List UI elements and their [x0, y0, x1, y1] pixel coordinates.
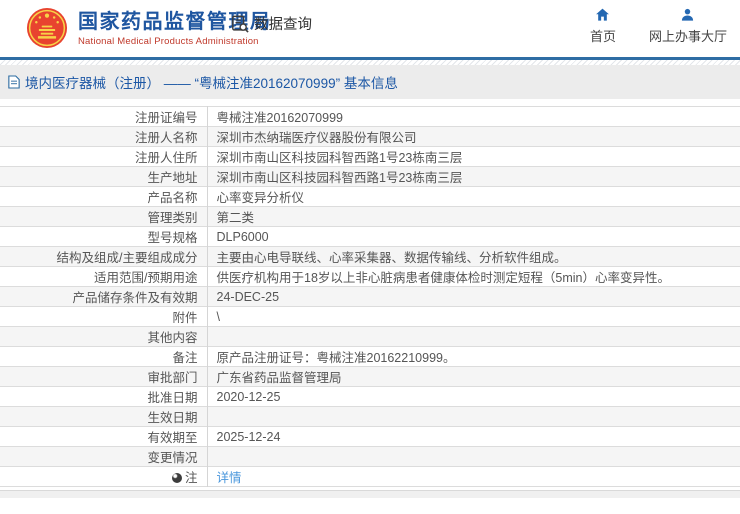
site-header: 国家药品监督管理局 National Medical Products Admi… [0, 0, 740, 57]
row-value: DLP6000 [206, 226, 740, 247]
row-value: 第二类 [206, 206, 740, 227]
row-label: 注 [0, 467, 207, 487]
row-value: 详情 [206, 466, 740, 487]
row-value: 原产品注册证号：粤械注准20162210999。 [206, 346, 740, 367]
table-row: 注册证编号 粤械注准20162070999 [0, 106, 740, 127]
row-value: 2025-12-24 [206, 426, 740, 447]
row-value: 供医疗机构用于18岁以上非心脏病患者健康体检时测定短程（5min）心率变异性。 [206, 266, 740, 287]
nav-online-service-hall[interactable]: 网上办事大厅 [649, 7, 727, 45]
row-label: 其他内容 [0, 326, 207, 347]
detail-link[interactable]: 详情 [217, 471, 242, 485]
row-value: 深圳市杰纳瑞医疗仪器股份有限公司 [206, 126, 740, 147]
note-balloon-icon [171, 473, 182, 483]
table-row: 注详情 [0, 466, 740, 487]
table-row: 其他内容 [0, 326, 740, 347]
doc-search-icon [232, 15, 249, 33]
table-row: 备注 原产品注册证号：粤械注准20162210999。 [0, 346, 740, 367]
spacer [0, 99, 740, 106]
table-row: 注册人住所 深圳市南山区科技园科智西路1号23栋南三层 [0, 146, 740, 167]
nav-home-label: 首页 [589, 29, 616, 44]
row-label: 产品名称 [147, 191, 198, 205]
person-icon [682, 8, 694, 21]
table-row: 审批部门 广东省药品监督管理局 [0, 366, 740, 387]
table-row: 生效日期 [0, 406, 740, 427]
row-value: 2020-12-25 [206, 386, 740, 407]
row-label: 注册证编号 [134, 111, 198, 125]
info-table: 注册证编号 粤械注准20162070999 注册人名称 深圳市杰纳瑞医疗仪器股份有限公… [0, 106, 740, 487]
row-value: 深圳市南山区科技园科智西路1号23栋南三层 [206, 146, 740, 167]
row-label: 审批部门 [0, 366, 207, 387]
row-label: 附件 [172, 311, 198, 325]
row-value [206, 406, 740, 427]
row-value: 深圳市南山区科技园科智西路1号23栋南三层 [206, 166, 740, 187]
table-row: 适用范围/预期用途 供医疗机构用于18岁以上非心脏病患者健康体检时测定短程（5mi… [0, 266, 740, 287]
row-label: 生效日期 [0, 406, 207, 427]
table-row: 批准日期 2020-12-25 [0, 386, 740, 407]
row-value: 粤械注准20162070999 [206, 106, 740, 127]
row-value: 主要由心电导联线、心率采集器、数据传输线、分析软件组成。 [206, 246, 740, 267]
table-row: 注册人名称 深圳市杰纳瑞医疗仪器股份有限公司 [0, 126, 740, 147]
table-row: 结构及组成/主要组成成分 主要由心电导联线、心率采集器、数据传输线、分析软件组成。 [0, 246, 740, 267]
national-emblem-icon [26, 7, 68, 49]
table-row: 有效期至 2025-12-24 [0, 426, 740, 447]
document-icon [8, 75, 20, 89]
table-row: 产品储存条件及有效期 24-DEC-25 [0, 286, 740, 307]
row-label: 型号规格 [147, 231, 198, 245]
table-row: 生产地址 深圳市南山区科技园科智西路1号23栋南三层 [0, 166, 740, 187]
home-icon [596, 8, 610, 21]
page-title: 境内医疗器械（注册） —— “粤械注准20162070999” 基本信息 [25, 76, 398, 91]
row-label: 有效期至 [147, 431, 198, 445]
row-label: 管理类别 [0, 206, 207, 227]
table-row: 型号规格 DLP6000 [0, 226, 740, 247]
row-label: 结构及组成/主要组成成分 [0, 246, 207, 267]
row-label: 注册人名称 [0, 126, 207, 147]
row-value: \ [206, 306, 740, 327]
table-row: 变更情况 [0, 446, 740, 467]
nav-online-service-hall-label: 网上办事大厅 [648, 29, 727, 44]
row-label: 备注 [172, 351, 198, 365]
row-label: 产品储存条件及有效期 [0, 286, 207, 307]
table-row: 管理类别 第二类 [0, 206, 740, 227]
page-title-bar: 境内医疗器械（注册） —— “粤械注准20162070999” 基本信息 [0, 65, 740, 99]
data-query-label: 数据查询 [254, 17, 312, 33]
row-label: 变更情况 [0, 446, 207, 467]
row-value: 心率变异分析仪 [206, 186, 740, 207]
row-label: 适用范围/预期用途 [94, 271, 198, 285]
info-table-body: 注册证编号 粤械注准20162070999 注册人名称 深圳市杰纳瑞医疗仪器股份有限公… [0, 106, 740, 487]
table-row: 产品名称 心率变异分析仪 [0, 186, 740, 207]
row-value [206, 326, 740, 347]
nav-home[interactable]: 首页 [583, 7, 623, 45]
table-row: 附件 \ [0, 306, 740, 327]
row-value: 广东省药品监督管理局 [206, 366, 740, 387]
row-value [206, 446, 740, 467]
logo-subtitle: National Medical Products Administration [78, 35, 259, 47]
row-label: 注册人住所 [134, 151, 198, 165]
data-query-nav[interactable]: 数据查询 [231, 13, 312, 34]
row-label: 生产地址 [0, 166, 207, 187]
row-value: 24-DEC-25 [206, 286, 740, 307]
top-nav: 首页 网上办事大厅 [583, 7, 727, 45]
row-label: 批准日期 [147, 391, 198, 405]
footer-strip [0, 490, 740, 498]
